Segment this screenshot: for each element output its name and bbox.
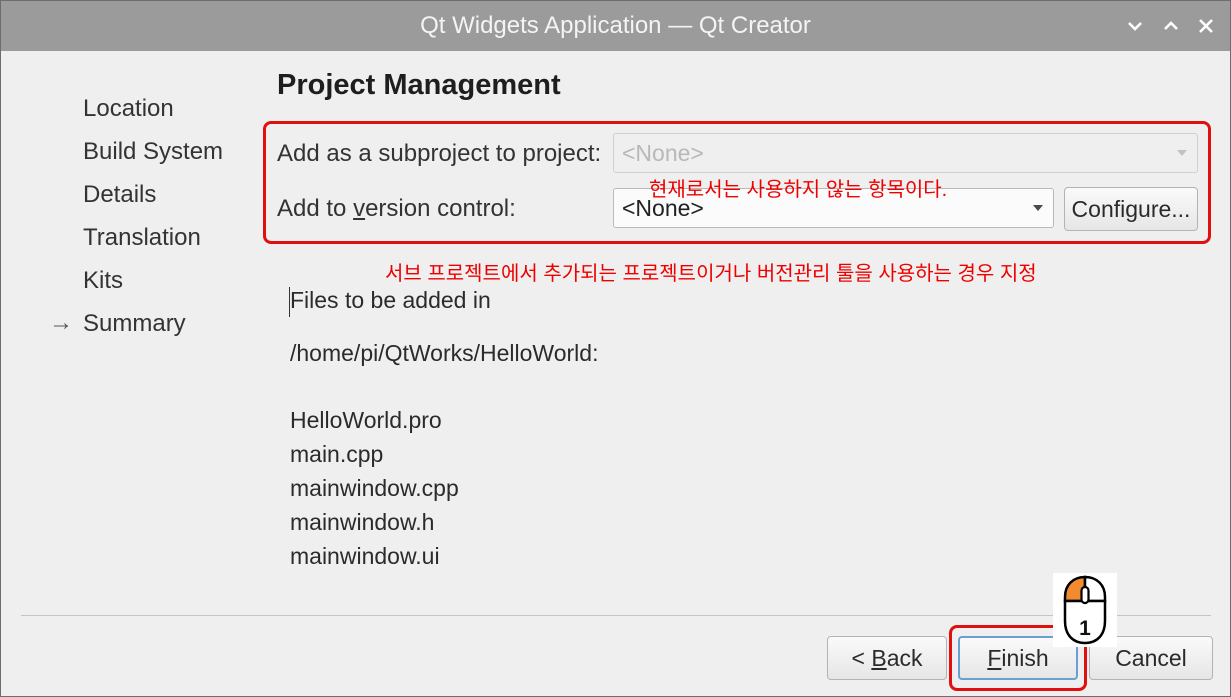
step-kits: Kits [83, 267, 124, 294]
annotation-note-usage: 서브 프로젝트에서 추가되는 프로젝트이거나 버전관리 툴을 사용하는 경우 지… [385, 263, 1037, 285]
wizard-steps-sidebar: Location Build System Details Translatio… [1, 51, 241, 571]
close-icon[interactable] [1194, 14, 1218, 38]
file-item: mainwindow.ui [290, 543, 440, 569]
file-item: mainwindow.cpp [290, 475, 459, 501]
file-item: HelloWorld.pro [290, 407, 442, 433]
files-header-line1: Files to be added in [290, 287, 491, 313]
title-bar: Qt Widgets Application — Qt Creator [1, 1, 1230, 51]
page-title: Project Management [277, 69, 561, 101]
file-item: main.cpp [290, 441, 384, 467]
mouse-click-badge: 1 [1053, 573, 1117, 647]
step-summary: Summary [83, 310, 186, 337]
step-details: Details [83, 181, 157, 208]
minimize-icon[interactable] [1123, 14, 1147, 38]
files-header-path: /home/pi/QtWorks/HelloWorld: [290, 340, 599, 366]
step-number: 1 [1079, 617, 1091, 640]
window-title: Qt Widgets Application — Qt Creator [420, 12, 811, 39]
wizard-window: Qt Widgets Application — Qt Creator Loca… [0, 0, 1231, 697]
step-build-system: Build System [83, 138, 224, 165]
back-button[interactable]: < Back [827, 636, 947, 680]
back-button-mnemonic: B [871, 645, 887, 671]
button-divider [21, 615, 1211, 616]
file-item: mainwindow.h [290, 509, 435, 535]
back-button-prefix: < [851, 645, 872, 671]
current-step-arrow-icon: → [49, 309, 73, 336]
step-translation: Translation [83, 224, 201, 251]
back-button-rest: ack [886, 645, 923, 671]
maximize-icon[interactable] [1159, 14, 1183, 38]
annotation-note-unused: 현재로서는 사용하지 않는 항목이다. [649, 179, 948, 201]
step-location: Location [83, 95, 174, 122]
